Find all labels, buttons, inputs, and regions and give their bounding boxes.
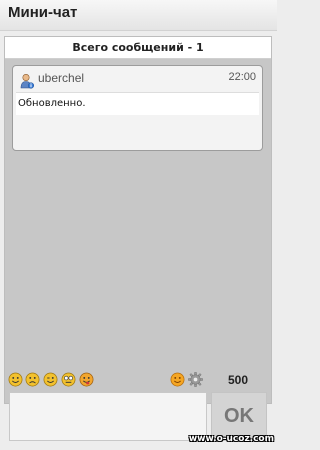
message-input[interactable]: [9, 392, 207, 441]
message-text: Обновленно.: [16, 92, 259, 115]
user-icon: [20, 73, 35, 89]
chat-window: Всего сообщений - 1 uberchel 22:00 Обнов…: [4, 36, 272, 404]
message-header: uberchel 22:00: [13, 66, 262, 92]
chat-title: Мини-чат: [8, 4, 78, 21]
emoticons-icon[interactable]: [170, 372, 185, 387]
watermark: www.o-ucoz.com: [188, 434, 274, 444]
chat-toolbar: 500: [0, 370, 277, 390]
total-messages-label: Всего сообщений - 1: [5, 37, 271, 59]
tongue-icon[interactable]: [79, 372, 94, 387]
char-counter: 500: [227, 373, 249, 387]
wink-icon[interactable]: [43, 372, 58, 387]
message-time: 22:00: [228, 71, 256, 83]
sad-icon[interactable]: [25, 372, 40, 387]
smile-icon[interactable]: [8, 372, 23, 387]
message-username[interactable]: uberchel: [38, 71, 84, 85]
chat-header: Мини-чат: [0, 0, 277, 31]
gear-icon[interactable]: [188, 372, 203, 387]
cool-icon[interactable]: [61, 372, 76, 387]
chat-message: uberchel 22:00 Обновленно.: [12, 65, 263, 151]
